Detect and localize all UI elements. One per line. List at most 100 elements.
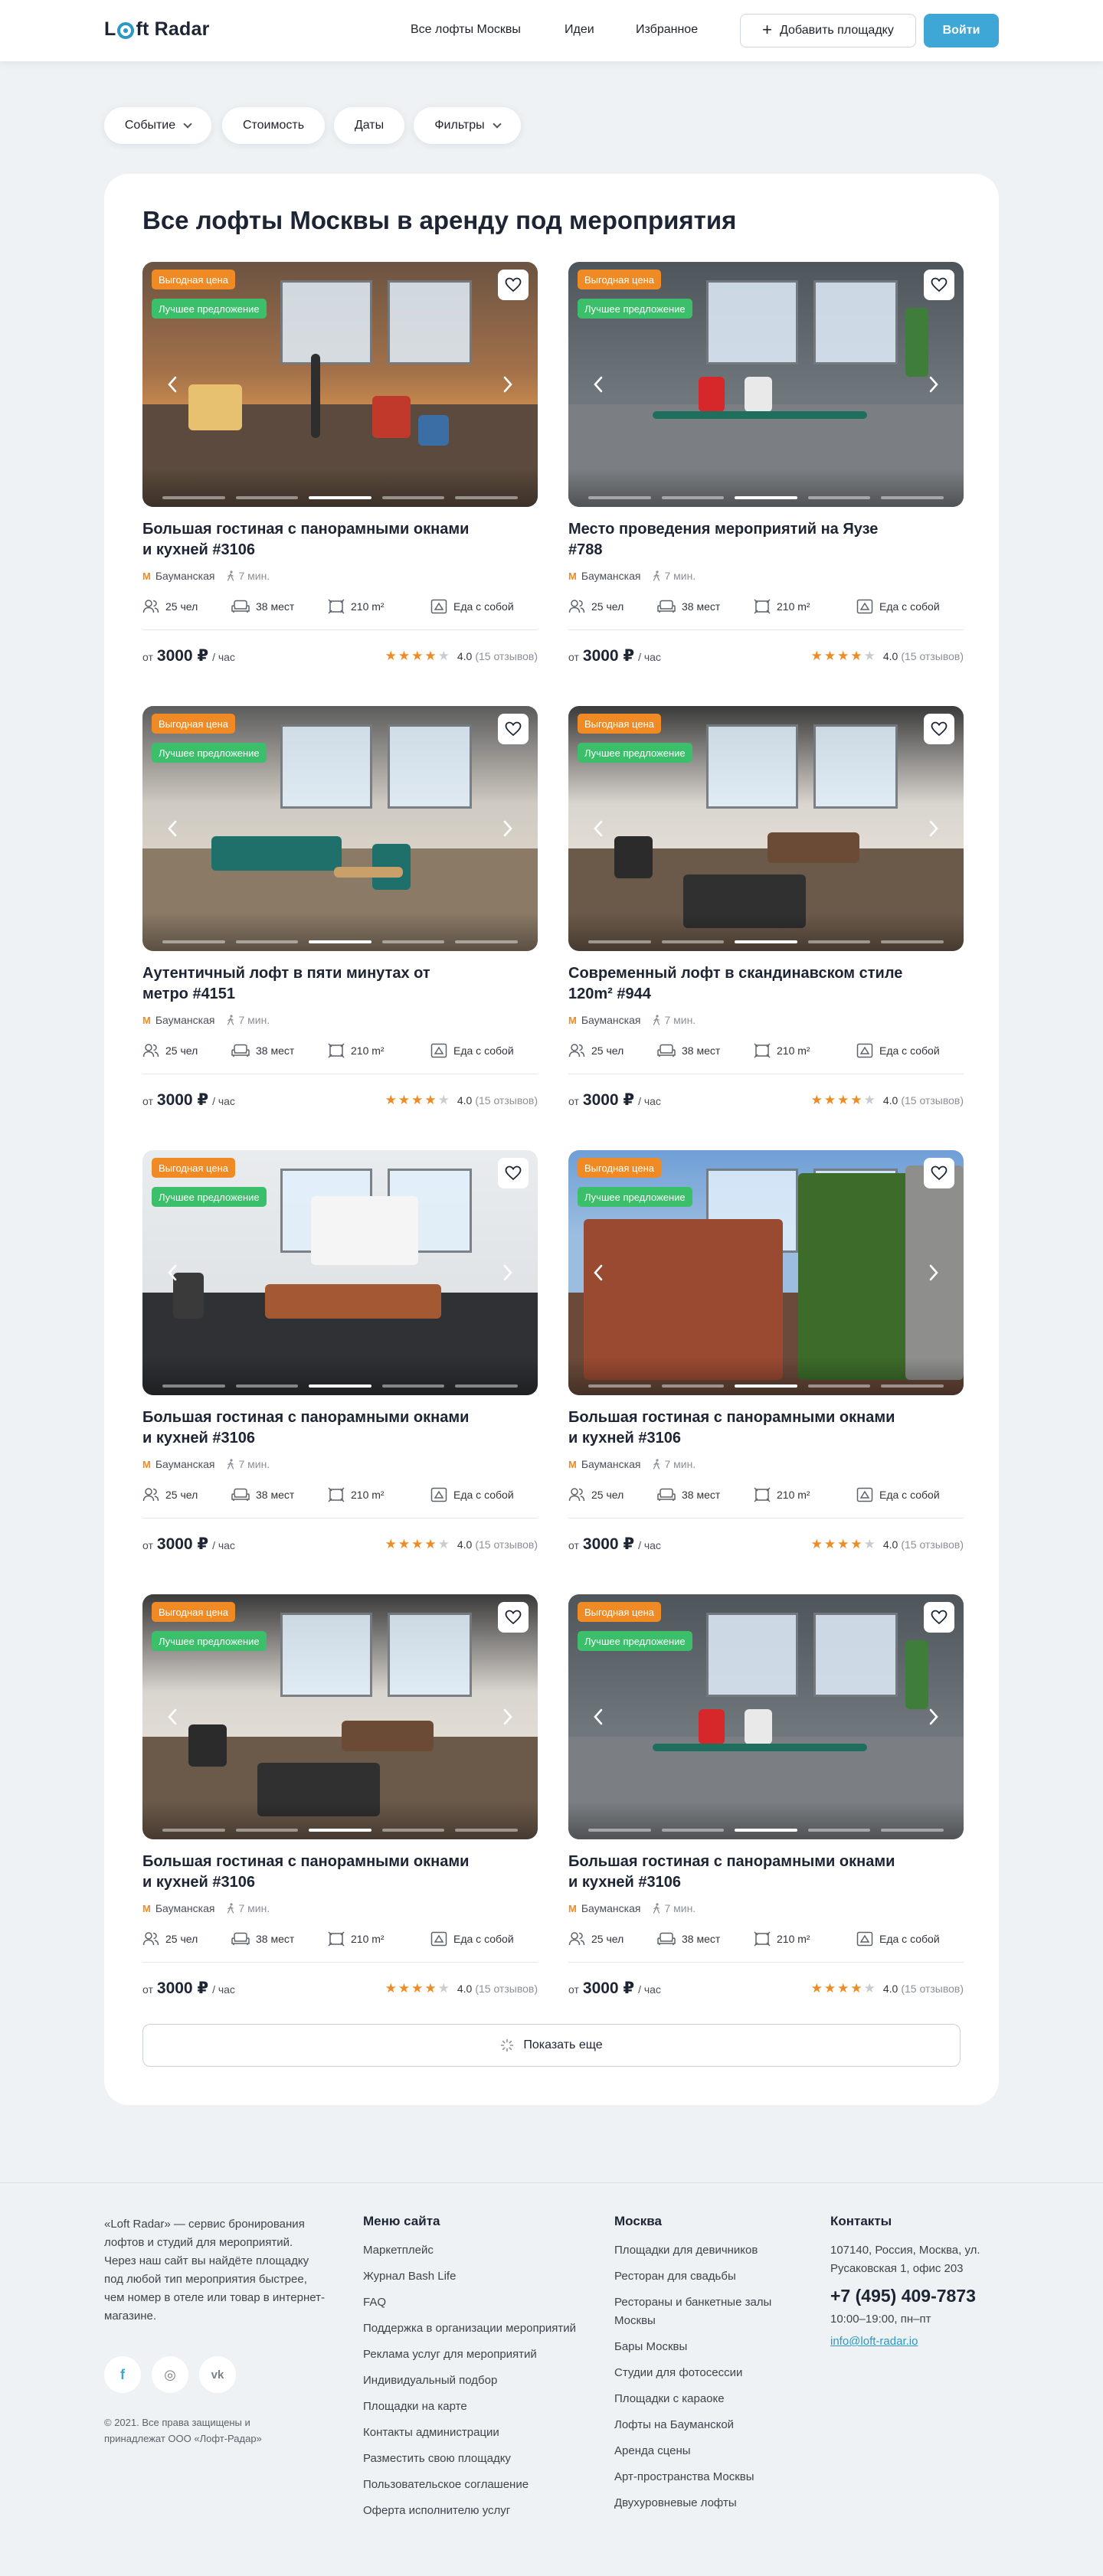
facebook-icon[interactable]: f — [104, 2356, 141, 2393]
footer-moscow-link[interactable]: Студии для фотосессии — [614, 2364, 806, 2382]
gallery-dot[interactable] — [309, 940, 371, 943]
vk-icon[interactable]: vk — [199, 2356, 236, 2393]
gallery-dot[interactable] — [735, 1829, 797, 1832]
listing-photo[interactable]: Выгодная цена Лучшее предложение — [568, 1150, 964, 1395]
gallery-dot[interactable] — [807, 940, 871, 943]
reviews-count[interactable]: (15 отзывов) — [475, 650, 538, 662]
gallery-dot[interactable] — [735, 940, 797, 943]
filter-cost[interactable]: Стоимость — [222, 107, 325, 144]
gallery-dot[interactable] — [661, 940, 725, 943]
gallery-dot[interactable] — [661, 1829, 725, 1832]
listing-photo[interactable]: Выгодная цена Лучшее предложение — [568, 262, 964, 507]
gallery-dot[interactable] — [235, 940, 299, 943]
chevron-left-icon[interactable] — [162, 1259, 182, 1286]
chevron-left-icon[interactable] — [588, 371, 608, 398]
chevron-right-icon[interactable] — [924, 371, 944, 398]
listing-card[interactable]: Выгодная цена Лучшее предложение Большая… — [568, 1150, 964, 1564]
login-button[interactable]: Войти — [924, 14, 999, 47]
gallery-dot[interactable] — [381, 1829, 445, 1832]
contact-email[interactable]: info@loft-radar.io — [830, 2335, 918, 2348]
reviews-count[interactable]: (15 отзывов) — [901, 1094, 964, 1107]
gallery-dot[interactable] — [235, 496, 299, 499]
logo[interactable]: Lft Radar — [104, 18, 210, 41]
favorite-heart-icon[interactable] — [924, 1158, 954, 1188]
listing-photo[interactable]: Выгодная цена Лучшее предложение — [142, 262, 538, 507]
show-more-button[interactable]: Показать еще — [142, 2024, 961, 2067]
chevron-right-icon[interactable] — [924, 1259, 944, 1286]
reviews-count[interactable]: (15 отзывов) — [901, 1538, 964, 1551]
reviews-count[interactable]: (15 отзывов) — [475, 1094, 538, 1107]
favorite-heart-icon[interactable] — [924, 270, 954, 300]
listing-title[interactable]: Большая гостиная с панорамными окнами и … — [142, 1852, 479, 1893]
filter-event[interactable]: Событие — [104, 107, 211, 144]
chevron-right-icon[interactable] — [498, 1259, 518, 1286]
reviews-count[interactable]: (15 отзывов) — [901, 1983, 964, 1995]
reviews-count[interactable]: (15 отзывов) — [475, 1538, 538, 1551]
gallery-dot[interactable] — [162, 496, 225, 499]
listing-title[interactable]: Большая гостиная с панорамными окнами и … — [142, 519, 479, 561]
gallery-dot[interactable] — [881, 1829, 944, 1832]
footer-moscow-link[interactable]: Площадки с караоке — [614, 2390, 806, 2408]
gallery-dot[interactable] — [162, 1829, 225, 1832]
gallery-dot[interactable] — [807, 496, 871, 499]
gallery-dot[interactable] — [309, 496, 371, 499]
gallery-dot[interactable] — [588, 496, 651, 499]
footer-menu-link[interactable]: Журнал Bash Life — [363, 2267, 585, 2286]
instagram-icon[interactable]: ◎ — [152, 2356, 188, 2393]
favorite-heart-icon[interactable] — [924, 714, 954, 744]
listing-card[interactable]: Выгодная цена Лучшее предложение Большая… — [568, 1594, 964, 2008]
chevron-left-icon[interactable] — [588, 1259, 608, 1286]
listing-card[interactable]: Выгодная цена Лучшее предложение Большая… — [142, 1594, 538, 2008]
gallery-dot[interactable] — [881, 940, 944, 943]
chevron-right-icon[interactable] — [498, 1703, 518, 1731]
listing-card[interactable]: Выгодная цена Лучшее предложение Большая… — [142, 1150, 538, 1564]
footer-moscow-link[interactable]: Аренда сцены — [614, 2442, 806, 2460]
chevron-right-icon[interactable] — [498, 815, 518, 842]
footer-moscow-link[interactable]: Бары Москвы — [614, 2338, 806, 2356]
gallery-dot[interactable] — [735, 496, 797, 499]
footer-menu-link[interactable]: Индивидуальный подбор — [363, 2372, 585, 2390]
gallery-dot[interactable] — [661, 1384, 725, 1388]
filter-more[interactable]: Фильтры — [414, 107, 521, 144]
footer-menu-link[interactable]: Поддержка в организации мероприятий — [363, 2319, 585, 2338]
reviews-count[interactable]: (15 отзывов) — [475, 1983, 538, 1995]
chevron-left-icon[interactable] — [588, 1703, 608, 1731]
gallery-dot[interactable] — [881, 1384, 944, 1388]
gallery-dot[interactable] — [807, 1384, 871, 1388]
favorite-heart-icon[interactable] — [498, 1158, 529, 1188]
listing-photo[interactable]: Выгодная цена Лучшее предложение — [142, 1150, 538, 1395]
listing-card[interactable]: Выгодная цена Лучшее предложение Место п… — [568, 262, 964, 675]
footer-menu-link[interactable]: Оферта исполнителю услуг — [363, 2502, 585, 2520]
listing-photo[interactable]: Выгодная цена Лучшее предложение — [568, 1594, 964, 1839]
listing-photo[interactable]: Выгодная цена Лучшее предложение — [568, 706, 964, 951]
favorite-heart-icon[interactable] — [498, 714, 529, 744]
footer-menu-link[interactable]: Контакты администрации — [363, 2424, 585, 2442]
footer-menu-link[interactable]: Пользовательское соглашение — [363, 2476, 585, 2494]
favorite-heart-icon[interactable] — [498, 270, 529, 300]
footer-menu-link[interactable]: Площадки на карте — [363, 2398, 585, 2416]
gallery-dot[interactable] — [588, 940, 651, 943]
listing-card[interactable]: Выгодная цена Лучшее предложение Аутенти… — [142, 706, 538, 1120]
listing-title[interactable]: Современный лофт в скандинавском стиле 1… — [568, 963, 905, 1005]
gallery-dot[interactable] — [455, 496, 518, 499]
chevron-left-icon[interactable] — [162, 1703, 182, 1731]
contact-phone[interactable]: +7 (495) 409-7873 — [830, 2286, 1011, 2306]
listing-title[interactable]: Большая гостиная с панорамными окнами и … — [568, 1407, 905, 1449]
gallery-dot[interactable] — [381, 1384, 445, 1388]
gallery-dot[interactable] — [235, 1829, 299, 1832]
listing-card[interactable]: Выгодная цена Лучшее предложение Большая… — [142, 262, 538, 675]
footer-moscow-link[interactable]: Лофты на Бауманской — [614, 2416, 806, 2434]
chevron-right-icon[interactable] — [924, 1703, 944, 1731]
gallery-dot[interactable] — [881, 496, 944, 499]
listing-title[interactable]: Место проведения мероприятий на Яузе #78… — [568, 519, 905, 561]
footer-moscow-link[interactable]: Двухуровневые лофты — [614, 2494, 806, 2512]
footer-menu-link[interactable]: Маркетплейс — [363, 2241, 585, 2260]
gallery-dot[interactable] — [162, 940, 225, 943]
gallery-dot[interactable] — [309, 1384, 371, 1388]
gallery-dot[interactable] — [235, 1384, 299, 1388]
gallery-dot[interactable] — [381, 940, 445, 943]
gallery-dot[interactable] — [162, 1384, 225, 1388]
gallery-dot[interactable] — [807, 1829, 871, 1832]
favorite-heart-icon[interactable] — [498, 1602, 529, 1633]
footer-menu-link[interactable]: Реклама услуг для мероприятий — [363, 2346, 585, 2364]
